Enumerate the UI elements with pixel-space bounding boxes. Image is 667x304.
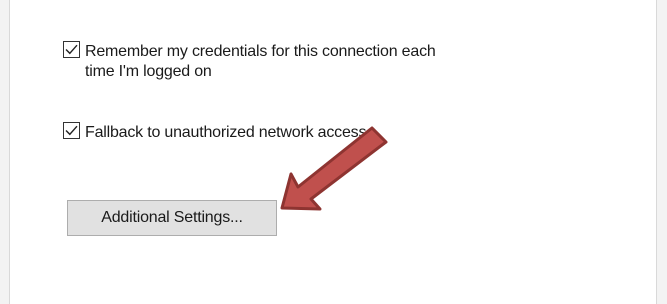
- remember-credentials-label-line1: Remember my credentials for this connect…: [85, 43, 436, 60]
- additional-settings-button[interactable]: Additional Settings...: [67, 200, 277, 236]
- check-icon: [65, 44, 78, 55]
- remember-credentials-label: Remember my credentials for this connect…: [85, 42, 436, 82]
- window-left-edge: [0, 0, 10, 304]
- remember-credentials-label-line2: time I'm logged on: [85, 63, 212, 80]
- check-icon: [65, 125, 78, 136]
- window-right-edge: [656, 0, 667, 304]
- dialog-panel: Remember my credentials for this connect…: [0, 0, 667, 304]
- remember-credentials-checkbox[interactable]: [63, 41, 80, 58]
- fallback-access-label-text: Fallback to unauthorized network access: [85, 124, 367, 141]
- fallback-access-checkbox[interactable]: [63, 122, 80, 139]
- fallback-access-label: Fallback to unauthorized network access: [85, 123, 366, 143]
- remember-credentials-option[interactable]: Remember my credentials for this connect…: [63, 41, 436, 82]
- fallback-access-option[interactable]: Fallback to unauthorized network access: [63, 122, 366, 143]
